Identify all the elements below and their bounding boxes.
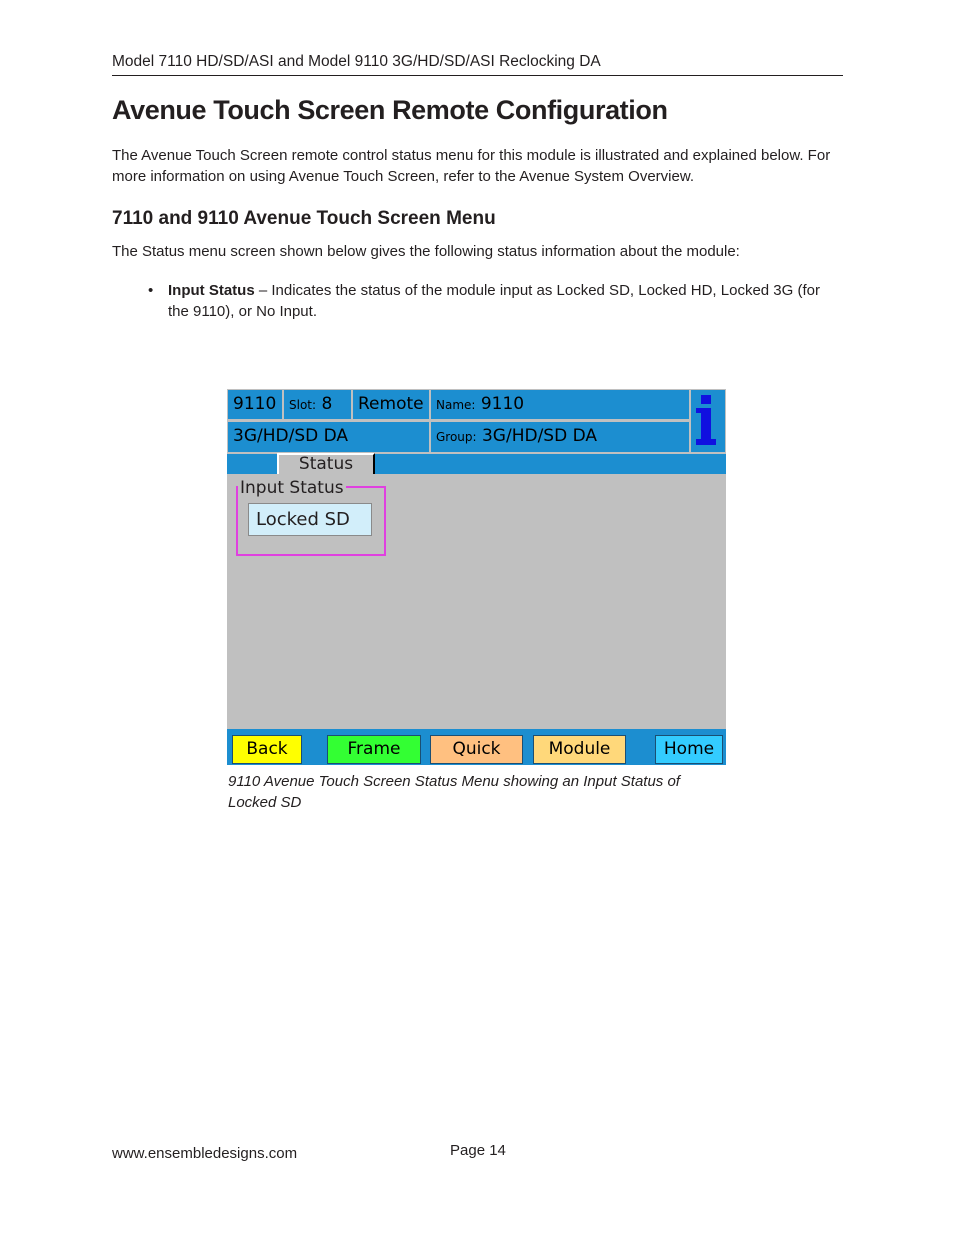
module-button[interactable]: Module (533, 735, 626, 764)
tab-status[interactable]: Status (277, 453, 375, 474)
slot-value: 8 (321, 394, 333, 414)
type-value: 3G/HD/SD DA (233, 426, 349, 446)
page-number: Page 14 (450, 1142, 506, 1159)
info-icon[interactable] (694, 395, 718, 447)
name-value: 9110 (480, 394, 525, 414)
frame-button[interactable]: Frame (327, 735, 421, 764)
model-value: 9110 (233, 394, 277, 414)
mode-value: Remote (358, 394, 424, 414)
slot-cell: Slot: 8 (284, 390, 351, 419)
touch-screen-figure: 9110 Slot: 8 Remote Name: 9110 3G/HD/SD … (227, 389, 726, 765)
input-status-value: Locked SD (248, 503, 372, 536)
bullet-marker: • (148, 282, 154, 299)
mode-cell: Remote (353, 390, 429, 419)
info-cell[interactable] (691, 390, 725, 452)
section-paragraph: The Status menu screen shown below gives… (112, 243, 740, 260)
quick-button[interactable]: Quick (430, 735, 523, 764)
bullet-item: Input Status – Indicates the status of t… (168, 280, 843, 322)
back-button[interactable]: Back (232, 735, 302, 764)
page-title: Avenue Touch Screen Remote Configuration (112, 95, 668, 125)
home-button[interactable]: Home (655, 735, 723, 764)
figure-caption: 9110 Avenue Touch Screen Status Menu sho… (228, 773, 680, 811)
name-cell[interactable]: Name: 9110 (431, 390, 689, 419)
bullet-text: – Indicates the status of the module inp… (168, 282, 820, 320)
group-cell[interactable]: Group: 3G/HD/SD DA (431, 422, 689, 452)
group-value: 3G/HD/SD DA (481, 426, 598, 446)
footer-url: www.ensembledesigns.com (112, 1145, 298, 1162)
group-label: Group: (436, 430, 477, 444)
type-cell: 3G/HD/SD DA (228, 422, 429, 452)
input-status-label: Input Status (238, 478, 346, 498)
header-rule (112, 75, 843, 76)
name-label: Name: (436, 398, 476, 412)
running-header: Model 7110 HD/SD/ASI and Model 9110 3G/H… (112, 53, 601, 70)
bullet-term: Input Status (168, 282, 255, 299)
slot-label: Slot: (289, 398, 317, 412)
model-cell: 9110 (228, 390, 282, 419)
section-heading: 7110 and 9110 Avenue Touch Screen Menu (112, 208, 496, 229)
intro-paragraph: The Avenue Touch Screen remote control s… (112, 147, 831, 185)
